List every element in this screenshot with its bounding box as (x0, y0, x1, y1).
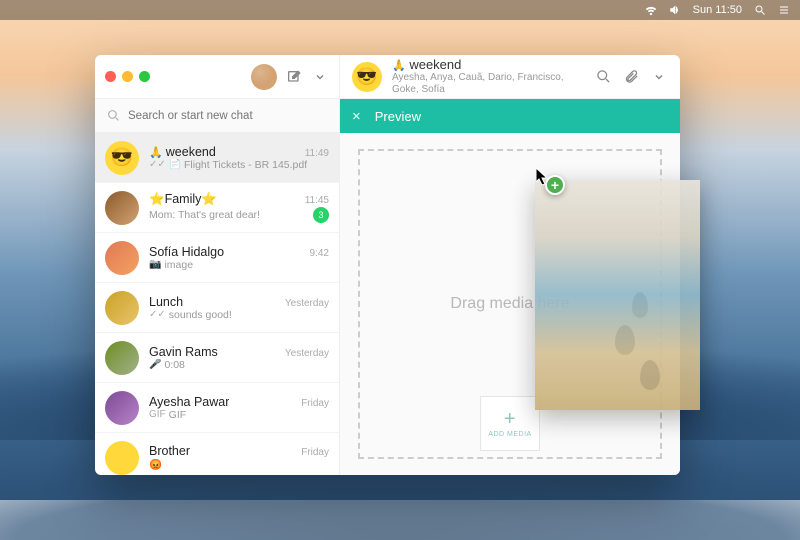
chat-avatar (105, 191, 139, 225)
wifi-icon[interactable] (645, 4, 657, 16)
chat-preview: 🎤 0:08 (149, 359, 185, 371)
minimize-window-button[interactable] (122, 71, 133, 82)
cursor-icon (536, 168, 550, 186)
chat-row[interactable]: Sofía Hidalgo 9:42 📷 image (95, 233, 339, 283)
search-icon[interactable] (594, 68, 612, 86)
chat-row-content: Ayesha Pawar Friday GIF GIF (149, 395, 329, 421)
chat-avatar (105, 241, 139, 275)
compose-button[interactable] (285, 68, 303, 86)
titlebar-left (95, 55, 340, 98)
chat-time: 11:45 (305, 195, 329, 206)
unread-badge: 3 (313, 207, 329, 223)
menubar-clock[interactable]: Sun 11:50 (693, 4, 742, 16)
status-icon: 🎤 (149, 359, 161, 370)
chat-preview: ✓✓ 📄 Flight Tickets - BR 145.pdf (149, 159, 307, 171)
window-controls (105, 71, 150, 82)
chat-name: 🙏 weekend (149, 145, 216, 159)
attach-icon[interactable] (622, 68, 640, 86)
chevron-down-icon[interactable] (650, 68, 668, 86)
chat-preview: Mom: That's great dear! (149, 209, 260, 221)
menu-icon[interactable] (778, 4, 790, 16)
chat-row-content: ⭐Family⭐ 11:45 Mom: That's great dear! 3 (149, 192, 329, 223)
volume-icon[interactable] (669, 4, 681, 16)
preview-header: × Preview (340, 99, 680, 133)
chat-participants: Ayesha, Anya, Cauã, Dario, Francisco, Go… (392, 72, 584, 95)
status-icon: 📷 (149, 259, 161, 270)
chat-name: ⭐Family⭐ (149, 192, 217, 207)
chat-row[interactable]: Brother Friday 😡 (95, 433, 339, 475)
chat-name: Brother (149, 444, 190, 458)
titlebar-right: 😎 🙏 weekend Ayesha, Anya, Cauã, Dario, F… (340, 55, 680, 98)
chat-header[interactable]: 🙏 weekend Ayesha, Anya, Cauã, Dario, Fra… (392, 58, 584, 96)
chat-name: Ayesha Pawar (149, 395, 229, 409)
chat-preview: ✓✓ sounds good! (149, 309, 232, 321)
add-media-label: ADD MEDIA (488, 431, 531, 438)
chevron-down-icon[interactable] (311, 68, 329, 86)
chat-preview: 📷 image (149, 259, 193, 271)
macos-menubar: Sun 11:50 (0, 0, 800, 20)
chat-time: Friday (301, 447, 329, 458)
chat-time: 11:49 (305, 148, 329, 159)
chat-preview: GIF GIF (149, 409, 186, 421)
plus-icon: + (504, 409, 516, 429)
user-avatar[interactable] (251, 64, 277, 90)
chat-list[interactable]: 😎 🙏 weekend 11:49 ✓✓ 📄 Flight Tickets - B… (95, 133, 339, 475)
chat-row-content: 🙏 weekend 11:49 ✓✓ 📄 Flight Tickets - BR … (149, 145, 329, 171)
chat-row-content: Brother Friday 😡 (149, 444, 329, 471)
close-window-button[interactable] (105, 71, 116, 82)
spotlight-icon[interactable] (754, 4, 766, 16)
chat-row-content: Gavin Rams Yesterday 🎤 0:08 (149, 345, 329, 371)
chat-row[interactable]: Lunch Yesterday ✓✓ sounds good! (95, 283, 339, 333)
search-input[interactable] (128, 110, 327, 122)
chat-avatar[interactable]: 😎 (352, 62, 382, 92)
search-icon (107, 109, 120, 122)
titlebar: 😎 🙏 weekend Ayesha, Anya, Cauã, Dario, F… (95, 55, 680, 99)
chat-time: 9:42 (310, 248, 329, 259)
chat-row-content: Sofía Hidalgo 9:42 📷 image (149, 245, 329, 271)
search-bar (95, 99, 339, 133)
chat-row[interactable]: Gavin Rams Yesterday 🎤 0:08 (95, 333, 339, 383)
close-preview-button[interactable]: × (352, 108, 361, 125)
chat-name: Gavin Rams (149, 345, 218, 359)
chat-name: Lunch (149, 295, 183, 309)
chat-row[interactable]: ⭐Family⭐ 11:45 Mom: That's great dear! 3 (95, 183, 339, 233)
chat-avatar (105, 391, 139, 425)
chat-time: Friday (301, 398, 329, 409)
dragged-photo[interactable] (535, 180, 700, 410)
chat-row[interactable]: 😎 🙏 weekend 11:49 ✓✓ 📄 Flight Tickets - B… (95, 133, 339, 183)
chat-row[interactable]: Ayesha Pawar Friday GIF GIF (95, 383, 339, 433)
chat-avatar (105, 341, 139, 375)
preview-title: Preview (375, 109, 421, 124)
zoom-window-button[interactable] (139, 71, 150, 82)
sidebar: 😎 🙏 weekend 11:49 ✓✓ 📄 Flight Tickets - B… (95, 99, 340, 475)
chat-avatar (105, 291, 139, 325)
chat-time: Yesterday (285, 298, 329, 309)
chat-avatar (105, 441, 139, 475)
chat-row-content: Lunch Yesterday ✓✓ sounds good! (149, 295, 329, 321)
chat-time: Yesterday (285, 348, 329, 359)
add-media-button[interactable]: + ADD MEDIA (480, 396, 540, 451)
chat-avatar: 😎 (105, 141, 139, 175)
status-icon: GIF (149, 409, 166, 420)
chat-name: Sofía Hidalgo (149, 245, 224, 259)
chat-name: weekend (409, 57, 461, 72)
status-icon: ✓✓ (149, 309, 166, 320)
chat-preview: 😡 (149, 458, 162, 471)
status-icon: ✓✓ 📄 (149, 159, 181, 170)
